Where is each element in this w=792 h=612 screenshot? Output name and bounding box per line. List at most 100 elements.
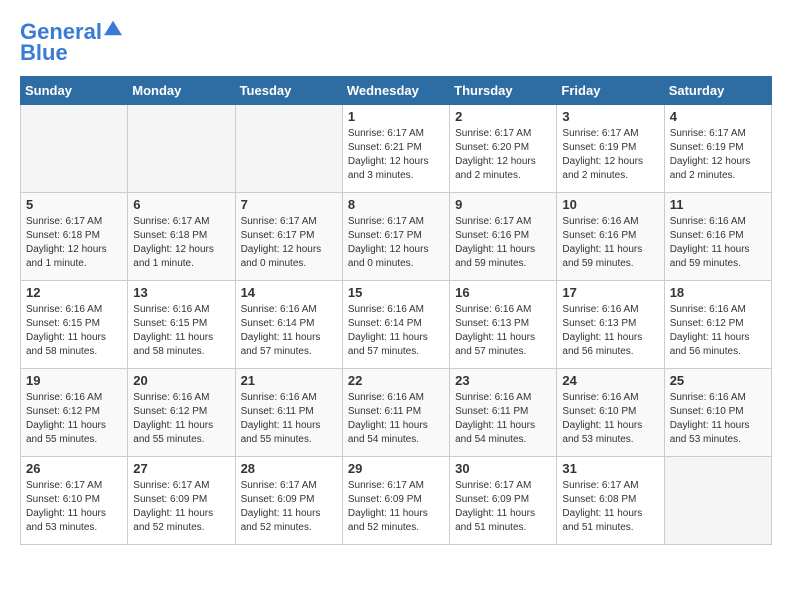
calendar-cell: 17 Sunrise: 6:16 AM Sunset: 6:13 PM Dayli… bbox=[557, 281, 664, 369]
calendar-cell: 7 Sunrise: 6:17 AM Sunset: 6:17 PM Daylig… bbox=[235, 193, 342, 281]
day-number: 21 bbox=[241, 373, 337, 388]
calendar-cell bbox=[128, 105, 235, 193]
day-number: 14 bbox=[241, 285, 337, 300]
day-info: Sunrise: 6:17 AM Sunset: 6:17 PM Dayligh… bbox=[348, 215, 444, 271]
logo: General Blue bbox=[20, 20, 122, 66]
day-number: 24 bbox=[562, 373, 658, 388]
page-header: General Blue bbox=[20, 20, 772, 66]
day-number: 6 bbox=[133, 197, 229, 212]
day-number: 3 bbox=[562, 109, 658, 124]
day-number: 5 bbox=[26, 197, 122, 212]
weekday-header-monday: Monday bbox=[128, 77, 235, 105]
calendar-cell: 30Sunrise: 6:17 AM Sunset: 6:09 PM Dayli… bbox=[450, 457, 557, 545]
calendar-cell: 3 Sunrise: 6:17 AM Sunset: 6:19 PM Daylig… bbox=[557, 105, 664, 193]
day-number: 17 bbox=[562, 285, 658, 300]
day-info: Sunrise: 6:16 AM Sunset: 6:14 PM Dayligh… bbox=[241, 303, 337, 359]
day-info: Sunrise: 6:16 AM Sunset: 6:10 PM Dayligh… bbox=[670, 391, 766, 447]
day-number: 10 bbox=[562, 197, 658, 212]
day-info: Sunrise: 6:17 AM Sunset: 6:09 PM Dayligh… bbox=[133, 479, 229, 535]
day-info: Sunrise: 6:16 AM Sunset: 6:13 PM Dayligh… bbox=[455, 303, 551, 359]
day-info: Sunrise: 6:17 AM Sunset: 6:18 PM Dayligh… bbox=[26, 215, 122, 271]
day-info: Sunrise: 6:16 AM Sunset: 6:13 PM Dayligh… bbox=[562, 303, 658, 359]
weekday-header-friday: Friday bbox=[557, 77, 664, 105]
day-info: Sunrise: 6:16 AM Sunset: 6:12 PM Dayligh… bbox=[670, 303, 766, 359]
day-number: 12 bbox=[26, 285, 122, 300]
day-info: Sunrise: 6:17 AM Sunset: 6:16 PM Dayligh… bbox=[455, 215, 551, 271]
day-info: Sunrise: 6:17 AM Sunset: 6:19 PM Dayligh… bbox=[562, 127, 658, 183]
day-info: Sunrise: 6:17 AM Sunset: 6:10 PM Dayligh… bbox=[26, 479, 122, 535]
calendar-cell bbox=[235, 105, 342, 193]
calendar-cell: 31 Sunrise: 6:17 AM Sunset: 6:08 PM Dayli… bbox=[557, 457, 664, 545]
calendar-cell: 5 Sunrise: 6:17 AM Sunset: 6:18 PM Daylig… bbox=[21, 193, 128, 281]
calendar-cell: 8 Sunrise: 6:17 AM Sunset: 6:17 PM Daylig… bbox=[342, 193, 449, 281]
calendar-table: SundayMondayTuesdayWednesdayThursdayFrid… bbox=[20, 76, 772, 545]
day-info: Sunrise: 6:16 AM Sunset: 6:15 PM Dayligh… bbox=[26, 303, 122, 359]
calendar-cell: 14 Sunrise: 6:16 AM Sunset: 6:14 PM Dayli… bbox=[235, 281, 342, 369]
day-number: 1 bbox=[348, 109, 444, 124]
calendar-cell: 28 Sunrise: 6:17 AM Sunset: 6:09 PM Dayli… bbox=[235, 457, 342, 545]
logo-icon bbox=[104, 19, 122, 37]
day-number: 19 bbox=[26, 373, 122, 388]
calendar-cell: 16Sunrise: 6:16 AM Sunset: 6:13 PM Dayli… bbox=[450, 281, 557, 369]
calendar-cell: 2 Sunrise: 6:17 AM Sunset: 6:20 PM Daylig… bbox=[450, 105, 557, 193]
day-number: 20 bbox=[133, 373, 229, 388]
day-number: 29 bbox=[348, 461, 444, 476]
day-info: Sunrise: 6:16 AM Sunset: 6:12 PM Dayligh… bbox=[26, 391, 122, 447]
weekday-header-thursday: Thursday bbox=[450, 77, 557, 105]
day-info: Sunrise: 6:17 AM Sunset: 6:19 PM Dayligh… bbox=[670, 127, 766, 183]
day-info: Sunrise: 6:16 AM Sunset: 6:11 PM Dayligh… bbox=[348, 391, 444, 447]
day-info: Sunrise: 6:16 AM Sunset: 6:12 PM Dayligh… bbox=[133, 391, 229, 447]
calendar-cell: 13 Sunrise: 6:16 AM Sunset: 6:15 PM Dayli… bbox=[128, 281, 235, 369]
day-number: 25 bbox=[670, 373, 766, 388]
day-number: 7 bbox=[241, 197, 337, 212]
calendar-cell bbox=[664, 457, 771, 545]
day-info: Sunrise: 6:17 AM Sunset: 6:08 PM Dayligh… bbox=[562, 479, 658, 535]
calendar-cell: 4 Sunrise: 6:17 AM Sunset: 6:19 PM Daylig… bbox=[664, 105, 771, 193]
day-info: Sunrise: 6:16 AM Sunset: 6:11 PM Dayligh… bbox=[241, 391, 337, 447]
calendar-cell: 19 Sunrise: 6:16 AM Sunset: 6:12 PM Dayli… bbox=[21, 369, 128, 457]
day-number: 9 bbox=[455, 197, 551, 212]
calendar-cell: 20 Sunrise: 6:16 AM Sunset: 6:12 PM Dayli… bbox=[128, 369, 235, 457]
day-info: Sunrise: 6:16 AM Sunset: 6:14 PM Dayligh… bbox=[348, 303, 444, 359]
weekday-header-wednesday: Wednesday bbox=[342, 77, 449, 105]
day-info: Sunrise: 6:16 AM Sunset: 6:16 PM Dayligh… bbox=[670, 215, 766, 271]
calendar-cell: 9 Sunrise: 6:17 AM Sunset: 6:16 PM Daylig… bbox=[450, 193, 557, 281]
weekday-header-tuesday: Tuesday bbox=[235, 77, 342, 105]
day-info: Sunrise: 6:16 AM Sunset: 6:10 PM Dayligh… bbox=[562, 391, 658, 447]
calendar-cell: 21 Sunrise: 6:16 AM Sunset: 6:11 PM Dayli… bbox=[235, 369, 342, 457]
day-info: Sunrise: 6:17 AM Sunset: 6:20 PM Dayligh… bbox=[455, 127, 551, 183]
calendar-cell: 6 Sunrise: 6:17 AM Sunset: 6:18 PM Daylig… bbox=[128, 193, 235, 281]
calendar-cell: 26 Sunrise: 6:17 AM Sunset: 6:10 PM Dayli… bbox=[21, 457, 128, 545]
day-number: 28 bbox=[241, 461, 337, 476]
day-number: 18 bbox=[670, 285, 766, 300]
day-number: 26 bbox=[26, 461, 122, 476]
day-number: 30 bbox=[455, 461, 551, 476]
day-info: Sunrise: 6:17 AM Sunset: 6:09 PM Dayligh… bbox=[241, 479, 337, 535]
day-number: 22 bbox=[348, 373, 444, 388]
day-number: 8 bbox=[348, 197, 444, 212]
day-number: 27 bbox=[133, 461, 229, 476]
calendar-cell: 15 Sunrise: 6:16 AM Sunset: 6:14 PM Dayli… bbox=[342, 281, 449, 369]
day-number: 13 bbox=[133, 285, 229, 300]
day-number: 2 bbox=[455, 109, 551, 124]
day-info: Sunrise: 6:17 AM Sunset: 6:21 PM Dayligh… bbox=[348, 127, 444, 183]
calendar-cell: 29 Sunrise: 6:17 AM Sunset: 6:09 PM Dayli… bbox=[342, 457, 449, 545]
calendar-cell: 10 Sunrise: 6:16 AM Sunset: 6:16 PM Dayli… bbox=[557, 193, 664, 281]
day-info: Sunrise: 6:16 AM Sunset: 6:15 PM Dayligh… bbox=[133, 303, 229, 359]
day-info: Sunrise: 6:17 AM Sunset: 6:09 PM Dayligh… bbox=[348, 479, 444, 535]
day-number: 31 bbox=[562, 461, 658, 476]
day-info: Sunrise: 6:17 AM Sunset: 6:17 PM Dayligh… bbox=[241, 215, 337, 271]
calendar-cell bbox=[21, 105, 128, 193]
day-number: 4 bbox=[670, 109, 766, 124]
calendar-cell: 25 Sunrise: 6:16 AM Sunset: 6:10 PM Dayli… bbox=[664, 369, 771, 457]
day-info: Sunrise: 6:16 AM Sunset: 6:16 PM Dayligh… bbox=[562, 215, 658, 271]
calendar-cell: 27 Sunrise: 6:17 AM Sunset: 6:09 PM Dayli… bbox=[128, 457, 235, 545]
day-number: 15 bbox=[348, 285, 444, 300]
calendar-cell: 24 Sunrise: 6:16 AM Sunset: 6:10 PM Dayli… bbox=[557, 369, 664, 457]
calendar-cell: 1 Sunrise: 6:17 AM Sunset: 6:21 PM Daylig… bbox=[342, 105, 449, 193]
day-number: 11 bbox=[670, 197, 766, 212]
day-number: 23 bbox=[455, 373, 551, 388]
calendar-cell: 18 Sunrise: 6:16 AM Sunset: 6:12 PM Dayli… bbox=[664, 281, 771, 369]
day-info: Sunrise: 6:16 AM Sunset: 6:11 PM Dayligh… bbox=[455, 391, 551, 447]
day-info: Sunrise: 6:17 AM Sunset: 6:18 PM Dayligh… bbox=[133, 215, 229, 271]
